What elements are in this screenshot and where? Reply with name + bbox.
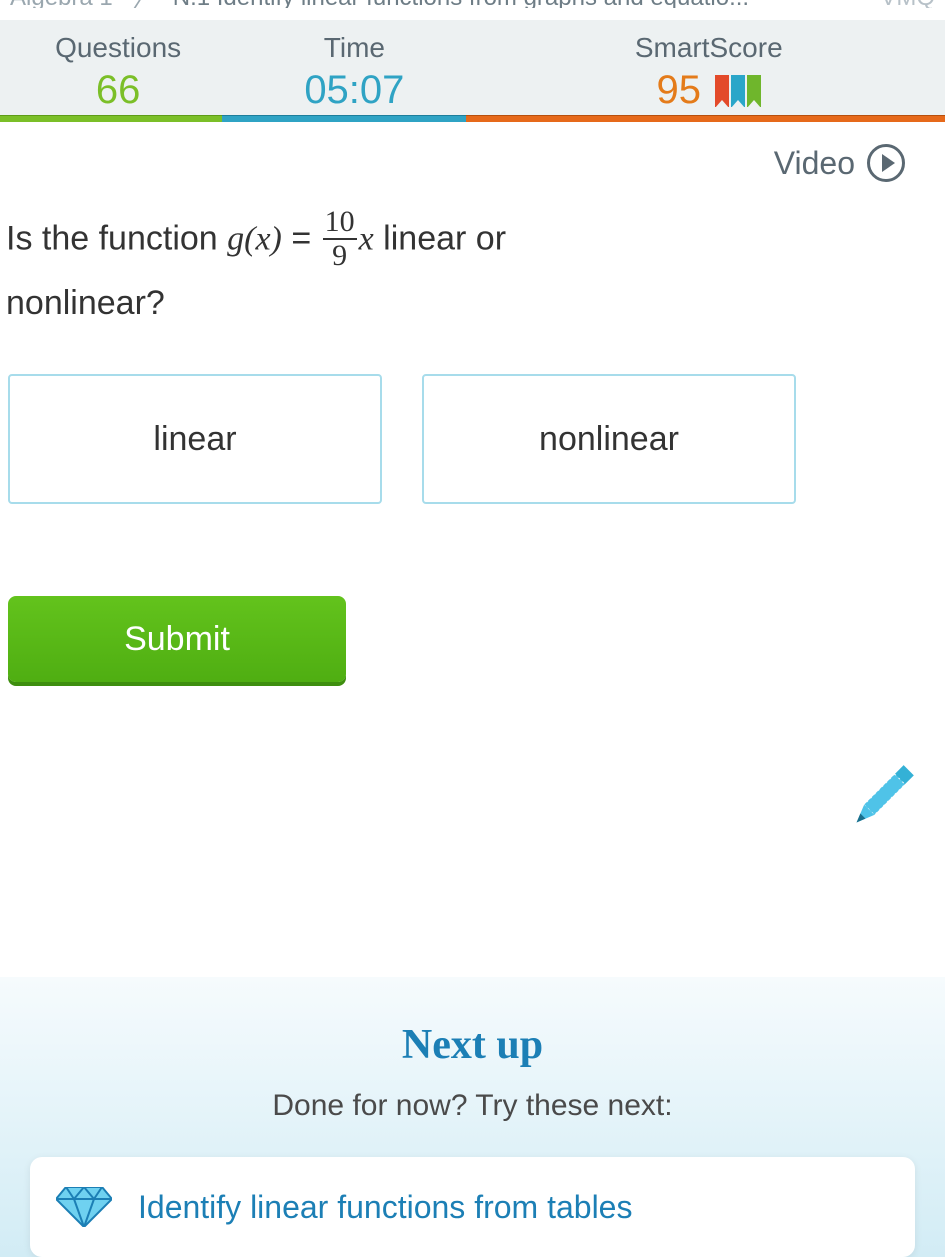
stat-time: Time 05:07	[236, 20, 472, 115]
answer-nonlinear[interactable]: nonlinear	[422, 374, 796, 504]
question-prefix: Is the function	[6, 219, 227, 257]
nextup-subtitle: Done for now? Try these next:	[0, 1089, 945, 1123]
fraction-denominator: 9	[323, 240, 357, 272]
question-middle: linear or	[374, 219, 506, 257]
submit-button[interactable]: Submit	[8, 596, 346, 682]
progress-bar	[0, 115, 945, 122]
submit-label: Submit	[124, 620, 230, 658]
next-up-section: Next up Done for now? Try these next: Id…	[0, 977, 945, 1257]
video-label: Video	[774, 145, 855, 182]
smartscore-value: 95	[657, 68, 702, 113]
nextup-card[interactable]: Identify linear functions from tables	[30, 1157, 915, 1257]
questions-value: 66	[0, 68, 236, 113]
question-x: x	[359, 220, 374, 257]
ribbons-icon	[715, 75, 761, 107]
breadcrumb: Algebra 1 〉 N.1 Identify linear function…	[0, 0, 945, 8]
nextup-card-label: Identify linear functions from tables	[138, 1189, 632, 1226]
chevron-right-icon: 〉	[131, 0, 155, 8]
time-value: 05:07	[236, 68, 472, 113]
question-line2: nonlinear?	[6, 284, 165, 322]
stat-questions: Questions 66	[0, 20, 236, 115]
answer-linear-label: linear	[153, 420, 236, 459]
skill-code: VMQ	[880, 0, 935, 8]
smartscore-label: SmartScore	[473, 32, 945, 64]
time-label: Time	[236, 32, 472, 64]
breadcrumb-level1[interactable]: Algebra 1	[10, 0, 113, 8]
question-text: Is the function g(x) = 109x linear or no…	[0, 192, 945, 334]
nextup-title: Next up	[0, 1021, 945, 1069]
stat-smartscore: SmartScore 95	[473, 20, 945, 115]
answer-linear[interactable]: linear	[8, 374, 382, 504]
fraction-numerator: 10	[323, 206, 357, 240]
question-equals: =	[282, 219, 321, 257]
breadcrumb-level2[interactable]: N.1 Identify linear functions from graph…	[173, 0, 749, 8]
video-link[interactable]: Video	[0, 122, 945, 192]
answer-nonlinear-label: nonlinear	[539, 420, 679, 459]
questions-label: Questions	[0, 32, 236, 64]
answer-options: linear nonlinear	[0, 334, 945, 504]
pencil-icon[interactable]	[837, 752, 927, 842]
play-icon	[867, 144, 905, 182]
fraction: 109	[323, 206, 357, 271]
diamond-icon	[56, 1187, 112, 1227]
question-gx: g(x)	[227, 220, 282, 257]
stats-bar: Questions 66 Time 05:07 SmartScore 95	[0, 20, 945, 115]
